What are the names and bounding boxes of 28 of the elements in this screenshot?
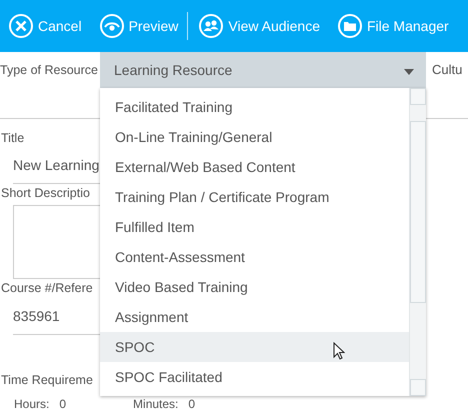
- eye-icon: [100, 14, 124, 38]
- cursor-icon: [333, 342, 345, 360]
- dropdown-option[interactable]: On-Line Training/General: [100, 122, 409, 152]
- close-icon: [9, 14, 33, 38]
- minutes-value[interactable]: 0: [188, 397, 196, 412]
- folder-icon: [338, 14, 362, 38]
- field-label: Time Requireme: [1, 372, 93, 389]
- caret-icon: [404, 68, 414, 74]
- field-label: Title: [1, 130, 24, 147]
- minutes-label: Minutes:: [133, 397, 178, 412]
- field-label: Short Descriptio: [1, 185, 90, 202]
- dropdown-option[interactable]: SPOC: [100, 332, 409, 362]
- field-label: Course #/Refere: [1, 280, 93, 297]
- dropdown-option[interactable]: Assignment: [100, 302, 409, 332]
- field-label: Type of Resource: [0, 62, 99, 79]
- scrollbar[interactable]: [409, 88, 426, 396]
- dropdown-option[interactable]: Fulfilled Item: [100, 212, 409, 242]
- dropdown-option[interactable]: Facilitated Training: [100, 92, 409, 122]
- type-dropdown[interactable]: Learning Resource: [100, 52, 426, 88]
- dropdown-option[interactable]: Content-Assessment: [100, 242, 409, 272]
- field-label: Cultu: [432, 61, 462, 79]
- dropdown-option[interactable]: Video Based Training: [100, 272, 409, 302]
- dropdown-option[interactable]: External/Web Based Content: [100, 152, 409, 182]
- dropdown-option[interactable]: SPOC Facilitated: [100, 362, 409, 392]
- dropdown-option[interactable]: Training Plan / Certificate Program: [100, 182, 409, 212]
- hours-value[interactable]: 0: [59, 397, 66, 412]
- people-icon: [199, 14, 224, 38]
- hours-label: Hours:: [14, 397, 50, 412]
